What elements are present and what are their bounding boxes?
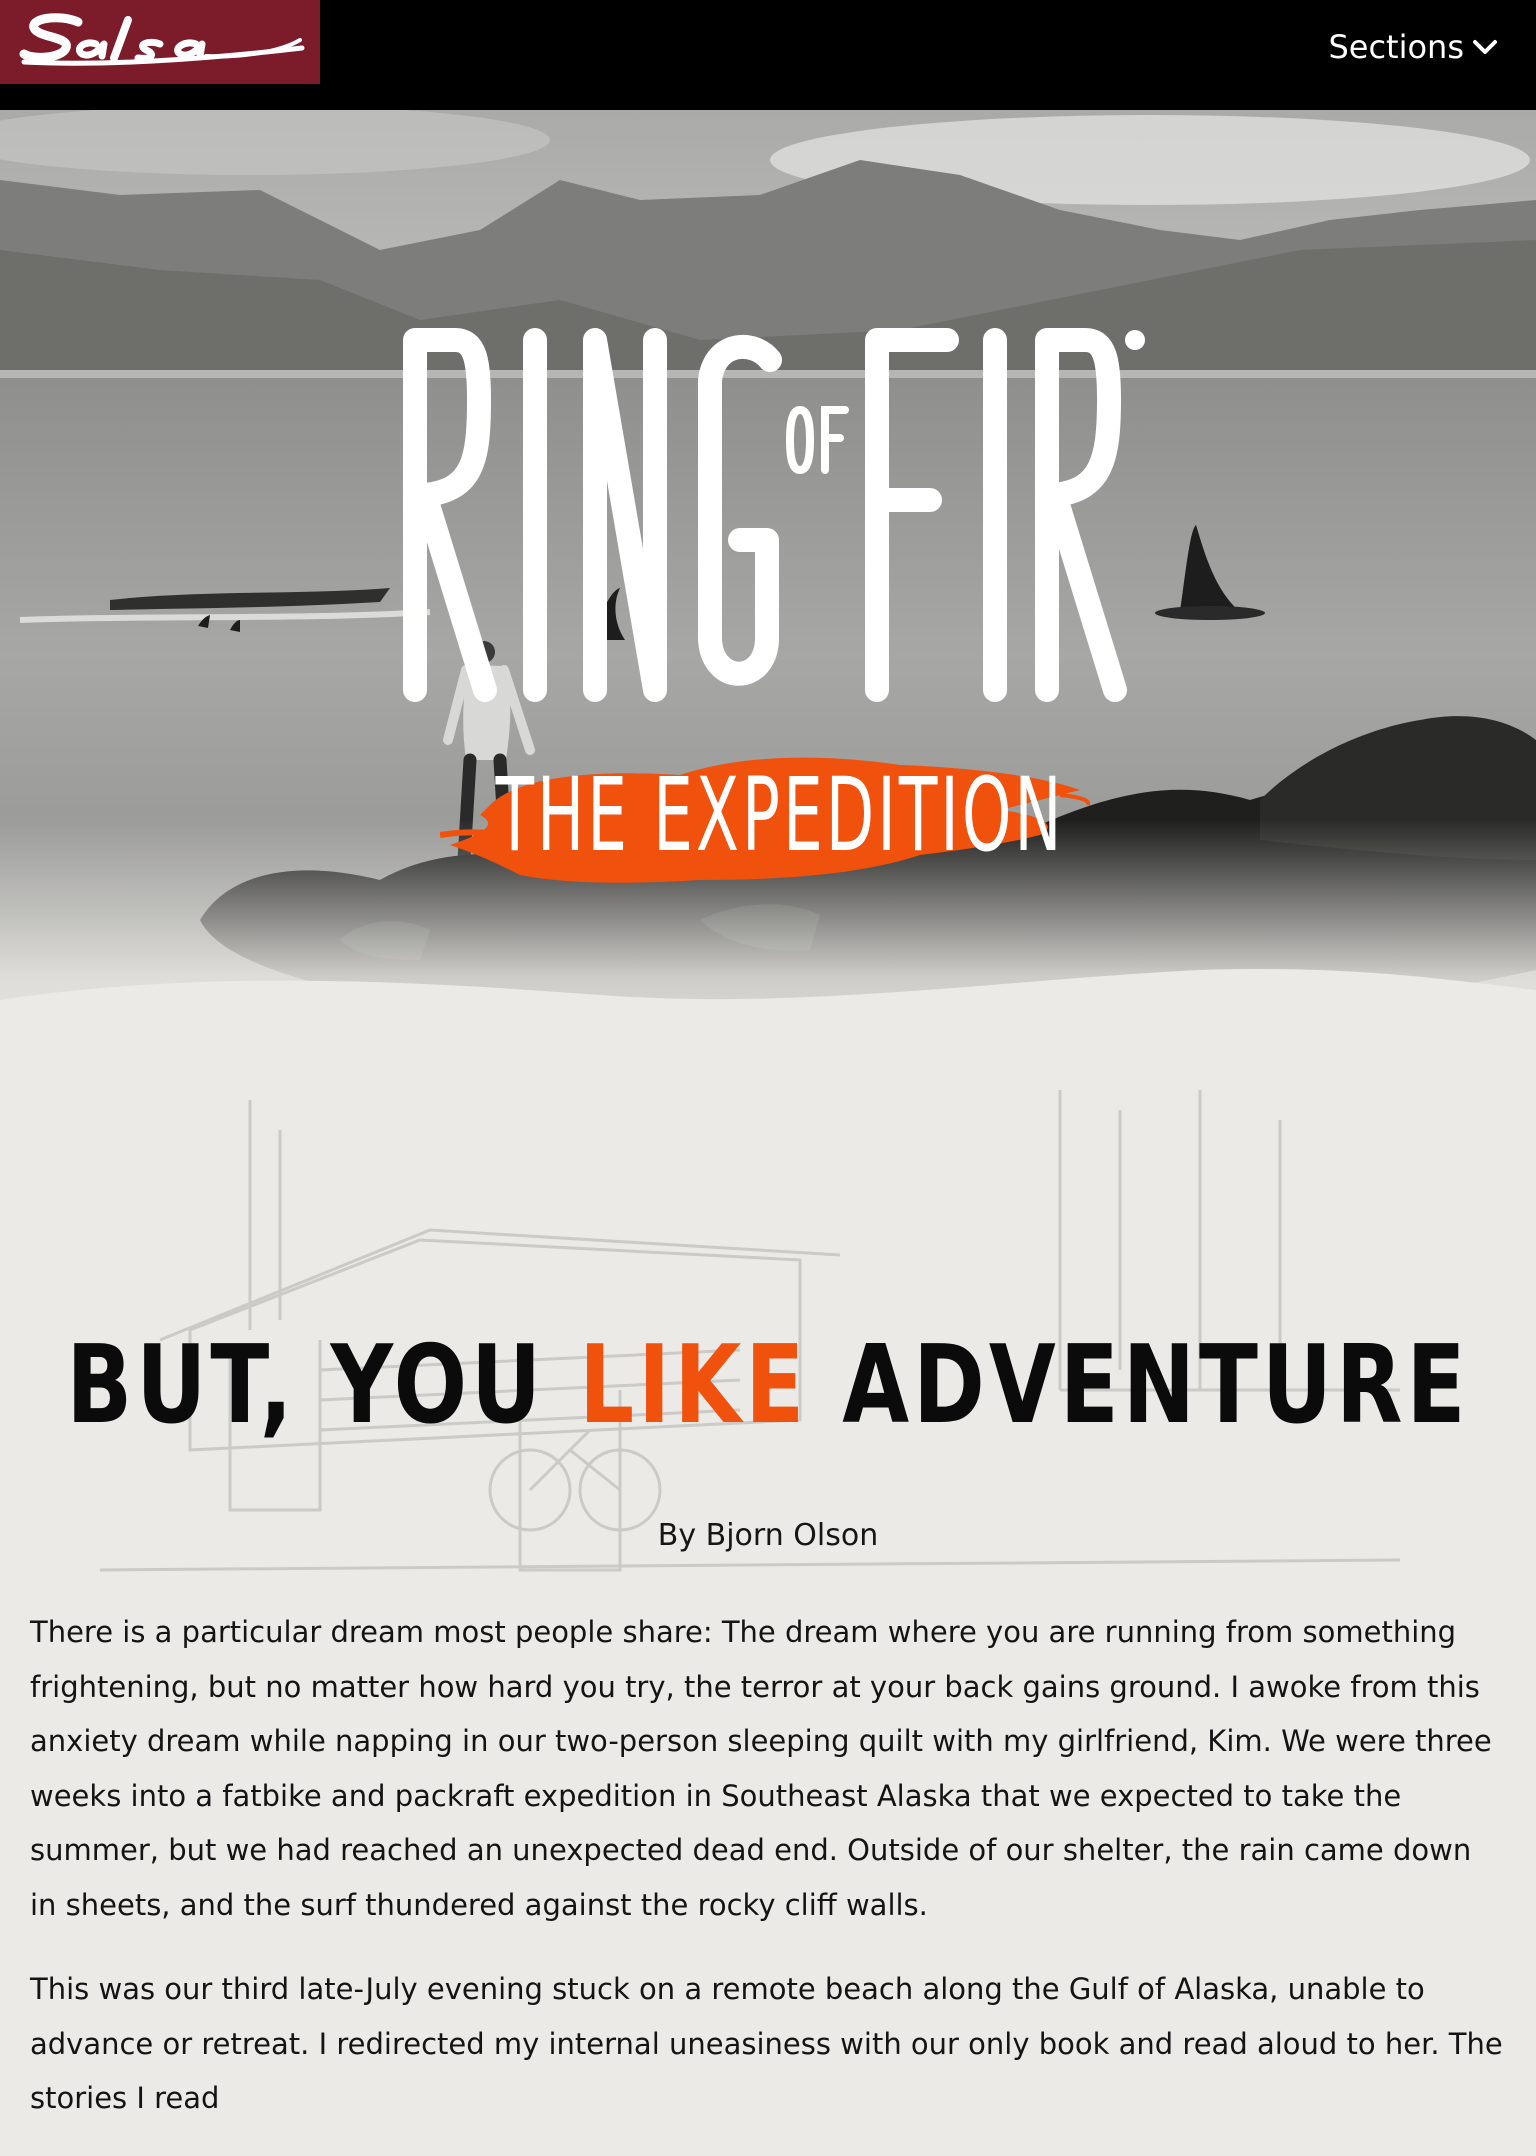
salsa-logo[interactable] <box>0 0 320 84</box>
article-headline: BUT, YOU LIKE ADVENTURE <box>0 1301 1536 1469</box>
hero-banner: THE EXPEDITION <box>0 100 1536 1080</box>
salsa-logo-icon <box>19 13 305 66</box>
sections-menu-button[interactable]: Sections <box>1328 28 1498 66</box>
article-body: There is a particular dream most people … <box>30 1605 1506 2156</box>
article-paragraph: This was our third late-July evening stu… <box>30 1972 1503 2115</box>
expedition-subtitle: THE EXPEDITION <box>495 755 1065 875</box>
sections-label: Sections <box>1328 28 1464 66</box>
headline-part-2: ADVENTURE <box>842 1322 1470 1448</box>
expedition-badge: THE EXPEDITION <box>440 715 1090 915</box>
chevron-down-icon <box>1473 40 1497 54</box>
byline: By Bjorn Olson <box>657 1518 879 1553</box>
headline-accent-word: LIKE <box>579 1322 809 1448</box>
headline-part-1: BUT, YOU <box>66 1322 546 1448</box>
ring-of-fire-title <box>403 328 1145 702</box>
top-nav-bar: Sections <box>0 0 1536 110</box>
article-paragraph: There is a particular dream most people … <box>30 1615 1492 1922</box>
